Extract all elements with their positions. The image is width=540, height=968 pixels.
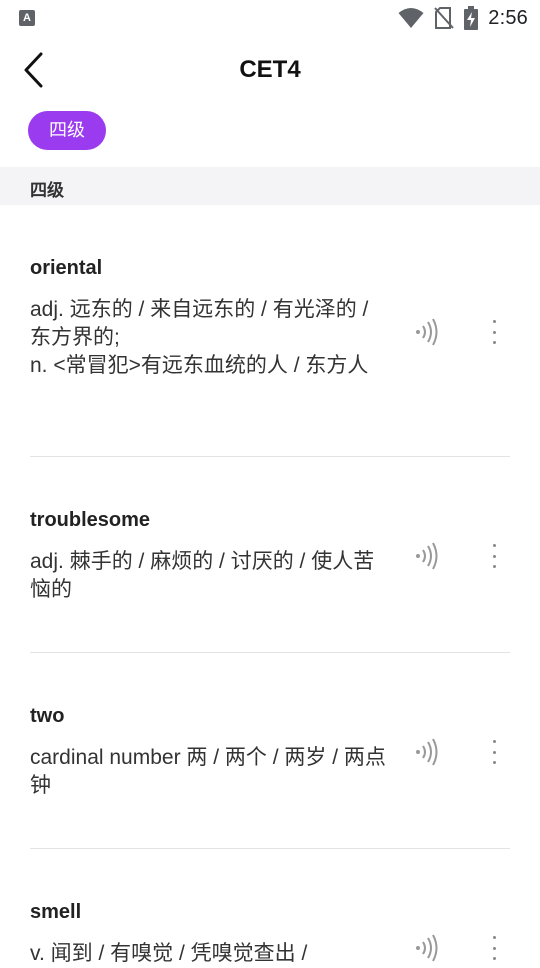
status-icons: 2:56 (398, 4, 528, 32)
status-time: 2:56 (488, 6, 528, 29)
speaker-icon[interactable] (414, 317, 440, 347)
word-item[interactable]: oriental adj. 远东的 / 来自远东的 / 有光泽的 / 东方界的;… (0, 205, 540, 457)
word-definition: v. 闻到 / 有嗅觉 / 凭嗅觉查出 / (30, 942, 308, 965)
word-item[interactable]: troublesome adj. 棘手的 / 麻烦的 / 讨厌的 / 使人苦恼的 (0, 457, 540, 653)
page-title: CET4 (239, 56, 301, 83)
word-definition: cardinal number 两 / 两个 / 两岁 / 两点钟 (30, 746, 386, 797)
word-list: oriental adj. 远东的 / 来自远东的 / 有光泽的 / 东方界的;… (0, 205, 540, 965)
wifi-icon (398, 8, 424, 28)
speaker-icon[interactable] (414, 541, 440, 571)
section-header: 四级 (0, 167, 540, 205)
word-item[interactable]: smell v. 闻到 / 有嗅觉 / 凭嗅觉查出 / (0, 849, 540, 965)
more-options-icon[interactable] (484, 737, 504, 767)
more-options-icon[interactable] (484, 933, 504, 963)
word-text: troublesome (30, 509, 151, 531)
word-text: two (30, 705, 65, 727)
word-definition: adj. 棘手的 / 麻烦的 / 讨厌的 / 使人苦恼的 (30, 550, 375, 601)
word-item[interactable]: two cardinal number 两 / 两个 / 两岁 / 两点钟 (0, 653, 540, 849)
app-bar: CET4 (0, 36, 540, 104)
more-options-icon[interactable] (484, 317, 504, 347)
speaker-icon[interactable] (414, 933, 440, 963)
word-text: smell (30, 901, 82, 923)
level-filter: 四级 (28, 111, 106, 150)
more-options-icon[interactable] (484, 541, 504, 571)
section-header-label: 四级 (30, 181, 64, 200)
notification-app-icon: A (19, 10, 35, 26)
status-bar: A 2:56 (0, 0, 540, 36)
word-text: oriental (30, 257, 103, 279)
level-chip[interactable]: 四级 (28, 111, 106, 150)
word-definition: adj. 远东的 / 来自远东的 / 有光泽的 / 东方界的; n. <常冒犯>… (30, 298, 369, 377)
no-sim-icon (434, 7, 455, 29)
battery-charging-icon (464, 6, 479, 30)
speaker-icon[interactable] (414, 737, 440, 767)
